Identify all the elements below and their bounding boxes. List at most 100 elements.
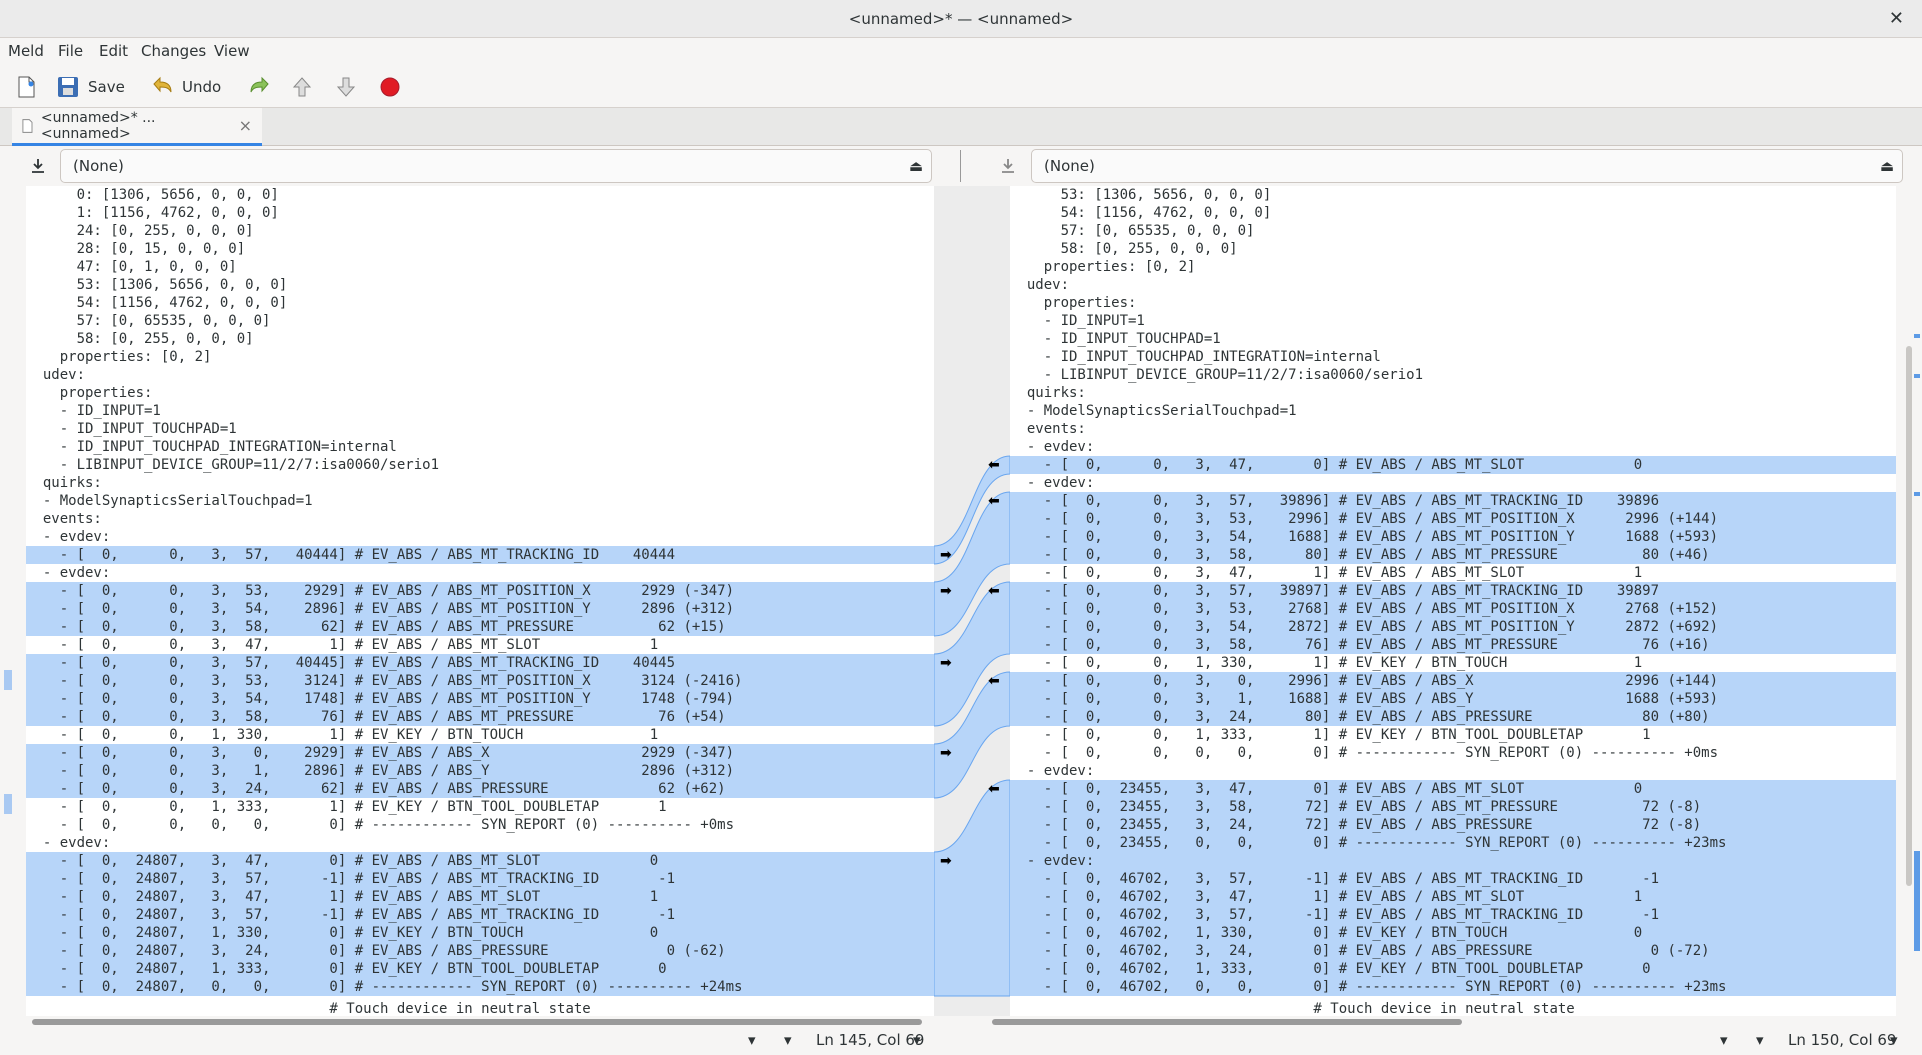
left-file-label: (None) (73, 157, 124, 175)
code-line: - [ 0, 46702, 3, 24, 0] # EV_ABS / ABS_P… (1010, 942, 1896, 960)
code-line: 58: [0, 255, 0, 0, 0] (26, 331, 254, 347)
right-hscroll[interactable] (986, 1016, 1896, 1028)
code-line: 53: [1306, 5656, 0, 0, 0] (1010, 187, 1272, 203)
push-left-arrow-icon[interactable]: ⬅ (988, 583, 1000, 599)
right-open-icon[interactable] (994, 152, 1022, 180)
push-left-arrow-icon[interactable]: ⬅ (988, 781, 1000, 797)
redo-button[interactable] (248, 72, 272, 102)
redo-icon (250, 76, 269, 93)
link-curve[interactable] (934, 779, 1010, 997)
stop-button[interactable] (378, 72, 402, 102)
menu-bar: Meld File Edit Changes View (0, 38, 1922, 66)
notebook-tabs: <unnamed>* ... <unnamed> × (0, 108, 1922, 146)
code-line: - [ 0, 0, 3, 1, 1688] # EV_ABS / ABS_Y 1… (1010, 690, 1896, 708)
undo-icon (153, 76, 172, 93)
stop-icon (380, 77, 400, 97)
tab-close-icon[interactable]: × (239, 116, 252, 135)
code-line: properties: [0, 2] (1010, 259, 1196, 275)
code-line: 58: [0, 255, 0, 0, 0] (1010, 241, 1238, 257)
right-encoding-dropdown[interactable]: ▾ (1720, 1031, 1728, 1049)
code-line: - [ 0, 0, 3, 47, 0] # EV_ABS / ABS_MT_SL… (1010, 456, 1896, 474)
code-line: - [ 0, 0, 3, 57, 39897] # EV_ABS / ABS_M… (1010, 582, 1896, 600)
code-line: - [ 0, 0, 3, 57, 40445] # EV_ABS / ABS_M… (26, 654, 934, 672)
code-line: - [ 0, 0, 3, 58, 62] # EV_ABS / ABS_MT_P… (26, 618, 934, 636)
right-text-pane[interactable]: 53: [1306, 5656, 0, 0, 0] 54: [1156, 476… (1010, 186, 1896, 1016)
push-right-arrow-icon[interactable]: ➡ (940, 655, 952, 671)
right-hscroll-thumb[interactable] (992, 1019, 1462, 1025)
undo-label: Undo (182, 78, 222, 96)
left-cursor-position[interactable]: Ln 145, Col 69 (816, 1031, 924, 1049)
code-line: - [ 0, 23455, 3, 58, 72] # EV_ABS / ABS_… (1010, 798, 1896, 816)
right-diffmap[interactable] (1896, 186, 1922, 1016)
code-line: 54: [1156, 4762, 0, 0, 0] (1010, 205, 1272, 221)
code-line: - [ 0, 24807, 1, 333, 0] # EV_KEY / BTN_… (26, 960, 934, 978)
push-right-arrow-icon[interactable]: ➡ (940, 547, 952, 563)
code-line: - [ 0, 0, 3, 53, 2768] # EV_ABS / ABS_MT… (1010, 600, 1896, 618)
code-line: - [ 0, 0, 3, 24, 80] # EV_ABS / ABS_PRES… (1010, 708, 1896, 726)
close-icon[interactable]: ✕ (1889, 0, 1904, 38)
menu-changes[interactable]: Changes (141, 42, 206, 60)
left-file-combo[interactable]: (None) ⏏ (60, 149, 932, 183)
code-line: - [ 0, 0, 3, 53, 3124] # EV_ABS / ABS_MT… (26, 672, 934, 690)
push-left-arrow-icon[interactable]: ⬅ (988, 493, 1000, 509)
right-lineending-dropdown[interactable]: ▾ (1756, 1031, 1764, 1049)
right-scrollbar-thumb[interactable] (1906, 346, 1912, 886)
code-line: - [ 0, 0, 1, 330, 1] # EV_KEY / BTN_TOUC… (1010, 655, 1643, 671)
code-line: 53: [1306, 5656, 0, 0, 0] (26, 277, 288, 293)
menu-view[interactable]: View (214, 42, 250, 60)
link-map-curves: ➡ ⬅ ➡ ⬅ ➡ ⬅ ➡ ⬅ ➡ ⬅ (934, 455, 1010, 997)
diffmap-marker (1914, 492, 1920, 496)
menu-file[interactable]: File (58, 42, 83, 60)
menu-meld[interactable]: Meld (8, 42, 44, 60)
code-line: - [ 0, 24807, 3, 57, -1] # EV_ABS / ABS_… (26, 906, 934, 924)
left-hscroll[interactable] (26, 1016, 936, 1028)
code-line: - [ 0, 0, 3, 54, 2872] # EV_ABS / ABS_MT… (1010, 618, 1896, 636)
next-change-button[interactable] (334, 72, 358, 102)
menu-edit[interactable]: Edit (99, 42, 128, 60)
left-position-dropdown-icon[interactable]: ▾ (913, 1031, 921, 1049)
left-save-icon[interactable]: ⏏ (909, 150, 923, 182)
title-bar: <unnamed>* — <unnamed> ✕ (0, 0, 1922, 38)
code-line: udev: (1010, 277, 1070, 293)
right-file-combo[interactable]: (None) ⏏ (1031, 149, 1903, 183)
document-icon (22, 118, 33, 133)
right-cursor-position[interactable]: Ln 150, Col 69 (1788, 1031, 1896, 1049)
undo-button[interactable]: Undo (150, 72, 221, 102)
code-line: - [ 0, 0, 3, 57, 40444] # EV_ABS / ABS_M… (26, 546, 934, 564)
left-lineending-dropdown[interactable]: ▾ (784, 1031, 792, 1049)
new-comparison-button[interactable] (14, 72, 38, 102)
code-line: - evdev: (1010, 475, 1095, 491)
right-save-icon[interactable]: ⏏ (1880, 150, 1894, 182)
left-diffmap[interactable] (0, 186, 14, 1016)
diffmap-marker (1914, 851, 1920, 951)
code-line: - [ 0, 0, 3, 58, 76] # EV_ABS / ABS_MT_P… (1010, 636, 1896, 654)
push-right-arrow-icon[interactable]: ➡ (940, 745, 952, 761)
save-button[interactable]: Save (56, 72, 125, 102)
code-line: - [ 0, 0, 0, 0, 0] # ------------ SYN_RE… (1010, 745, 1719, 761)
code-line: - [ 0, 24807, 1, 330, 0] # EV_KEY / BTN_… (26, 924, 934, 942)
left-text-pane[interactable]: 0: [1306, 5656, 0, 0, 0] 1: [1156, 4762,… (26, 186, 934, 1016)
previous-change-button[interactable] (290, 72, 314, 102)
code-line: - [ 0, 0, 3, 47, 1] # EV_ABS / ABS_MT_SL… (1010, 565, 1643, 581)
code-line: - [ 0, 0, 3, 0, 2996] # EV_ABS / ABS_X 2… (1010, 672, 1896, 690)
save-label: Save (88, 78, 125, 96)
push-left-arrow-icon[interactable]: ⬅ (988, 457, 1000, 473)
link-map[interactable]: ➡ ⬅ ➡ ⬅ ➡ ⬅ ➡ ⬅ ➡ ⬅ (934, 186, 1010, 1016)
window-title: <unnamed>* — <unnamed> (848, 10, 1074, 28)
code-line: - [ 0, 0, 3, 24, 62] # EV_ABS / ABS_PRES… (26, 780, 934, 798)
left-encoding-dropdown[interactable]: ▾ (748, 1031, 756, 1049)
left-open-icon[interactable] (24, 152, 52, 180)
code-line: - [ 0, 24807, 3, 47, 1] # EV_ABS / ABS_M… (26, 888, 934, 906)
code-line: 1: [1156, 4762, 0, 0, 0] (26, 205, 279, 221)
left-hscroll-thumb[interactable] (32, 1019, 922, 1025)
right-position-dropdown-icon[interactable]: ▾ (1890, 1031, 1898, 1049)
new-document-icon (18, 76, 35, 98)
code-line: - [ 0, 0, 3, 53, 2996] # EV_ABS / ABS_MT… (1010, 510, 1896, 528)
push-left-arrow-icon[interactable]: ⬅ (988, 673, 1000, 689)
code-line: events: (26, 511, 102, 527)
code-line: - [ 0, 46702, 1, 333, 0] # EV_KEY / BTN_… (1010, 960, 1896, 978)
push-right-arrow-icon[interactable]: ➡ (940, 583, 952, 599)
save-icon (58, 77, 78, 97)
tab-unnamed[interactable]: <unnamed>* ... <unnamed> × (12, 108, 262, 146)
push-right-arrow-icon[interactable]: ➡ (940, 853, 952, 869)
